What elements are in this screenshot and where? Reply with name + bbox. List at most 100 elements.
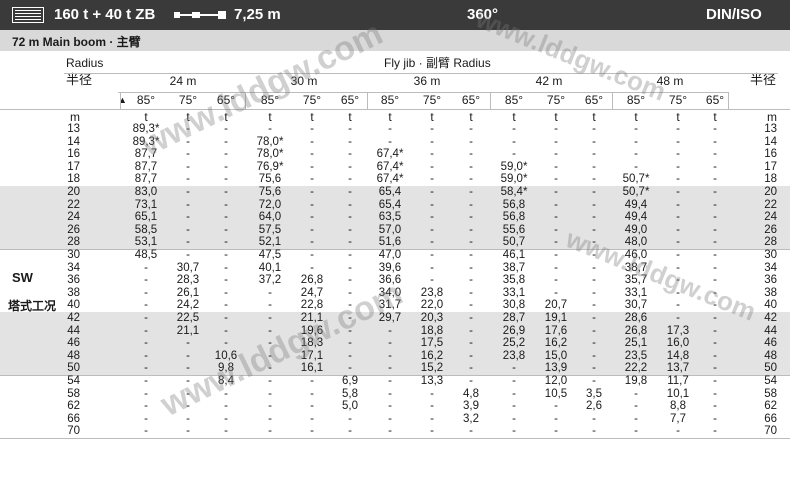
table-row: 26 58,5 - - 57,5 - - 57,0 - - 55,6 - - 49,0 - - 26: [0, 224, 790, 236]
load-cell: 35,7: [624, 274, 648, 287]
radius-cell-right: 17: [764, 160, 777, 173]
load-cell: 8,8: [670, 400, 686, 413]
load-cell: -: [348, 135, 352, 148]
load-cell: -: [713, 286, 717, 299]
sw-label: SW: [12, 270, 33, 285]
load-cell: -: [592, 173, 596, 186]
radius-cell-right: 28: [764, 236, 777, 249]
radius-cell-right: 54: [764, 375, 777, 387]
grid-line: [120, 92, 121, 109]
load-cell: -: [310, 135, 314, 148]
angle-header: 85°: [380, 93, 400, 107]
load-cell: 78,0*: [256, 135, 284, 148]
radius-cell-right: 48: [764, 349, 777, 362]
jib-length-header: 36 m: [413, 74, 441, 88]
radius-cell: 24: [67, 211, 80, 224]
load-cell: -: [268, 387, 272, 400]
load-cell: 47,5: [258, 249, 282, 261]
load-cell: -: [224, 274, 228, 287]
load-cell: -: [224, 148, 228, 161]
load-cell: -: [388, 123, 392, 135]
load-cell: 37,2: [258, 274, 282, 287]
load-cell: -: [430, 274, 434, 287]
load-cell: 65,1: [134, 211, 158, 224]
load-cell: 14,8: [666, 349, 690, 362]
table-row: 50 - - 9,8 - 16,1 - - 15,2 - - 13,9 - 22,2 13,7 - 50: [0, 362, 790, 374]
load-cell: -: [144, 299, 148, 312]
load-cell: -: [713, 249, 717, 261]
load-cell: -: [592, 349, 596, 362]
load-cell: -: [310, 148, 314, 161]
radius-cell-right: 46: [764, 337, 777, 350]
load-cell: -: [348, 198, 352, 211]
radius-cn-label: 半径: [66, 72, 93, 87]
grid-line: [64, 73, 778, 74]
load-cell: -: [592, 123, 596, 135]
load-cell: 75,6: [258, 173, 282, 186]
radius-cell: 44: [67, 324, 80, 337]
radius-cell-right: 13: [764, 123, 777, 135]
jib-length-header: 30 m: [290, 74, 318, 88]
load-cell: -: [224, 123, 228, 135]
fly-jib-label: Fly jib · 副臂 Radius: [384, 56, 491, 70]
load-cell: 19,1: [544, 312, 568, 324]
load-cell: -: [348, 186, 352, 198]
load-cell: -: [348, 274, 352, 287]
load-cell: -: [676, 299, 680, 312]
load-cell: 6,9: [342, 375, 358, 387]
load-cell: -: [348, 249, 352, 261]
load-cell: -: [592, 312, 596, 324]
load-cell: 18,3: [300, 337, 324, 350]
table-row: 54 - - 8,4 - - 6,9 - 13,3 - - 12,0 - 19,8 11,7 - 54: [0, 375, 790, 387]
load-cell: -: [592, 286, 596, 299]
load-cell: -: [388, 135, 392, 148]
grid-line: [0, 438, 790, 439]
load-cell: -: [348, 286, 352, 299]
load-cell: -: [348, 312, 352, 324]
radius-cell-right: 40: [764, 299, 777, 312]
load-cell: -: [268, 324, 272, 337]
load-cell: -: [144, 349, 148, 362]
load-cell: -: [268, 375, 272, 387]
load-cell: 87,7: [134, 148, 158, 161]
radius-cell: 16: [67, 148, 80, 161]
load-cell: -: [388, 362, 392, 375]
unit-t: t: [310, 110, 314, 124]
radius-cell-right: 36: [764, 274, 777, 287]
load-cell: -: [592, 198, 596, 211]
load-cell: -: [713, 198, 717, 211]
radius-cell: 18: [67, 173, 80, 186]
load-cell: -: [512, 148, 516, 161]
table-row: 58 - - - - - 5,8 - - 4,8 - 10,5 3,5 - 10,1 - 58: [0, 388, 790, 400]
load-cell: -: [676, 286, 680, 299]
load-cell: 9,8: [218, 362, 234, 375]
table-row: 40-24,2- -22,8-31,7 22,0-30,8 20,7-30,7- -40: [0, 299, 790, 311]
load-cell: -: [676, 160, 680, 173]
load-cell: 25,1: [624, 337, 648, 350]
radius-cell: 22: [67, 198, 80, 211]
load-cell: -: [268, 299, 272, 312]
radius-cell-right: 18: [764, 173, 777, 186]
load-cell: -: [554, 198, 558, 211]
radius-cell-right: 30: [764, 249, 777, 261]
radius-cell-right: 66: [764, 412, 777, 425]
load-cell: -: [430, 148, 434, 161]
angle-header: 75°: [422, 93, 442, 107]
load-cell: -: [268, 400, 272, 413]
load-cell: -: [224, 299, 228, 312]
load-cell: 11,7: [667, 375, 689, 387]
load-cell: 7,7: [670, 412, 686, 425]
load-cell: -: [469, 160, 473, 173]
load-cell: -: [592, 135, 596, 148]
load-cell: -: [310, 236, 314, 249]
load-cell: 13,3: [420, 375, 444, 387]
load-cell: 22,2: [624, 362, 648, 375]
radius-cell-right: 44: [764, 324, 777, 337]
load-cell: -: [713, 349, 717, 362]
load-cell: -: [224, 236, 228, 249]
angle-header: 75°: [178, 93, 198, 107]
unit-t: t: [512, 110, 516, 124]
table-row: 13 89,3* - - - - - - - - - - - - - - 13: [0, 123, 790, 135]
table-row: 62 - - - - - 5,0 - - 3,9 - - 2,6 - 8,8 - 62: [0, 400, 790, 412]
load-cell: -: [224, 400, 228, 413]
